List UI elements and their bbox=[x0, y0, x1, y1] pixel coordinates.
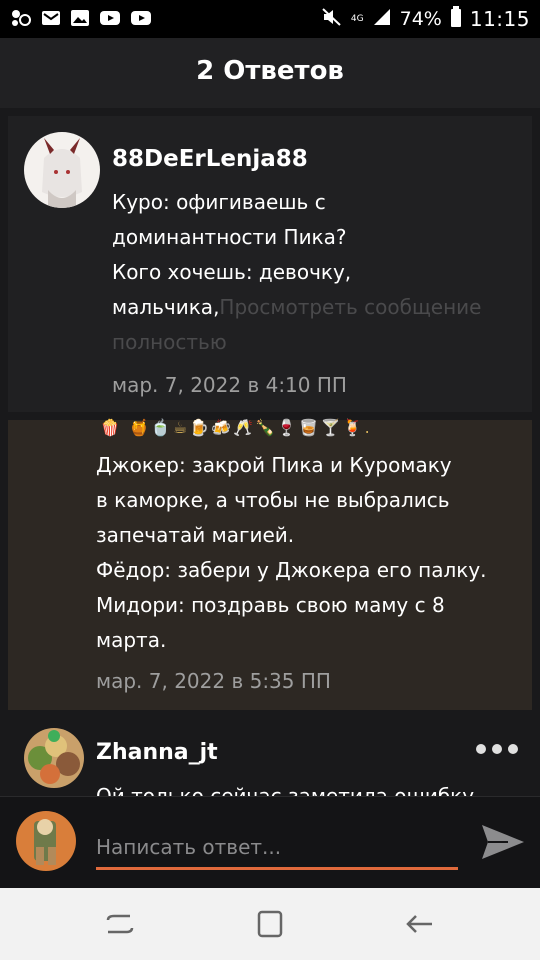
recent-apps-icon bbox=[106, 914, 134, 934]
comment-card-highlighted[interactable]: 🍿 🍯🍵☕🍺🍻🥂🍾🍷🥃🍸🍹. Джокер: закрой Пика и Кур… bbox=[8, 418, 532, 710]
mute-icon bbox=[321, 7, 343, 31]
home-button[interactable] bbox=[250, 908, 290, 940]
send-icon bbox=[482, 825, 524, 859]
comment-timestamp: мар. 7, 2022 в 5:35 ПП bbox=[96, 669, 331, 693]
comment-line: Мидори: поздравь свою маму с 8 bbox=[96, 593, 445, 617]
reply-input[interactable] bbox=[96, 827, 458, 870]
comment-text: Куро: офигиваешь с доминантности Пика? К… bbox=[112, 185, 522, 360]
network-label: 4G bbox=[350, 14, 364, 24]
comment-line-last: мальчика,Просмотреть сообщение bbox=[112, 290, 522, 325]
status-bar: 4G 74% 11:15 bbox=[0, 0, 540, 38]
page-title: 2 Ответов bbox=[196, 56, 344, 86]
my-avatar bbox=[16, 811, 76, 871]
comment-card[interactable]: 88DeErLenja88 Куро: офигиваешь с доминан… bbox=[8, 116, 532, 412]
reply-bar bbox=[0, 796, 540, 889]
recent-apps-button[interactable] bbox=[100, 908, 140, 940]
comment-line: Фёдор: забери у Джокера его палку. bbox=[96, 558, 487, 582]
back-icon bbox=[406, 915, 432, 933]
back-button[interactable] bbox=[400, 908, 440, 940]
youtube-icon bbox=[99, 9, 121, 31]
person-notification-icon bbox=[10, 8, 32, 32]
clock: 11:15 bbox=[469, 7, 530, 31]
comment-line: мальчика, bbox=[112, 295, 220, 319]
comment-text: Джокер: закрой Пика и Куромаку в каморке… bbox=[96, 448, 526, 658]
gmail-icon bbox=[41, 9, 61, 31]
view-full-message-link[interactable]: Просмотреть сообщение bbox=[219, 295, 481, 319]
comment-preview: Ой только сейчас заметила ошибку bbox=[96, 784, 475, 796]
user-avatar[interactable] bbox=[24, 132, 100, 208]
battery-icon bbox=[450, 6, 462, 32]
signal-icon bbox=[372, 7, 392, 31]
screen: 4G 74% 11:15 2 Ответов 88DeErLenja88 Кур… bbox=[0, 0, 540, 960]
send-button[interactable] bbox=[478, 817, 528, 867]
comment-line: Джокер: закрой Пика и Куромаку bbox=[96, 453, 452, 477]
comment-line: Кого хочешь: девочку, bbox=[112, 260, 352, 284]
comment-timestamp: мар. 7, 2022 в 4:10 ПП bbox=[112, 373, 347, 397]
comment-username[interactable]: Zhanna_jt bbox=[96, 740, 218, 765]
comment-line: в каморке, а чтобы не выбрались bbox=[96, 488, 450, 512]
view-full-message-link-cont[interactable]: полностью bbox=[112, 325, 522, 360]
system-icons: 4G 74% 11:15 bbox=[321, 4, 530, 34]
comment-card[interactable]: Zhanna_jt Ой только сейчас заметила ошиб… bbox=[0, 716, 540, 796]
gallery-icon bbox=[70, 9, 90, 31]
home-icon bbox=[257, 910, 283, 938]
system-nav-bar bbox=[0, 888, 540, 960]
comment-line: марта. bbox=[96, 628, 167, 652]
battery-percent: 74% bbox=[399, 8, 442, 30]
youtube-icon-2 bbox=[130, 9, 152, 31]
replies-header: 2 Ответов bbox=[0, 38, 540, 108]
emoji-row: 🍿 🍯🍵☕🍺🍻🥂🍾🍷🥃🍸🍹. bbox=[100, 418, 372, 437]
comment-username[interactable]: 88DeErLenja88 bbox=[112, 146, 308, 172]
comment-line: запечатай магией. bbox=[96, 523, 295, 547]
user-avatar[interactable] bbox=[24, 728, 84, 788]
notification-icons bbox=[10, 8, 152, 32]
comment-line: доминантности Пика? bbox=[112, 225, 347, 249]
more-options-icon[interactable] bbox=[476, 744, 518, 754]
comment-line: Куро: офигиваешь с bbox=[112, 190, 326, 214]
